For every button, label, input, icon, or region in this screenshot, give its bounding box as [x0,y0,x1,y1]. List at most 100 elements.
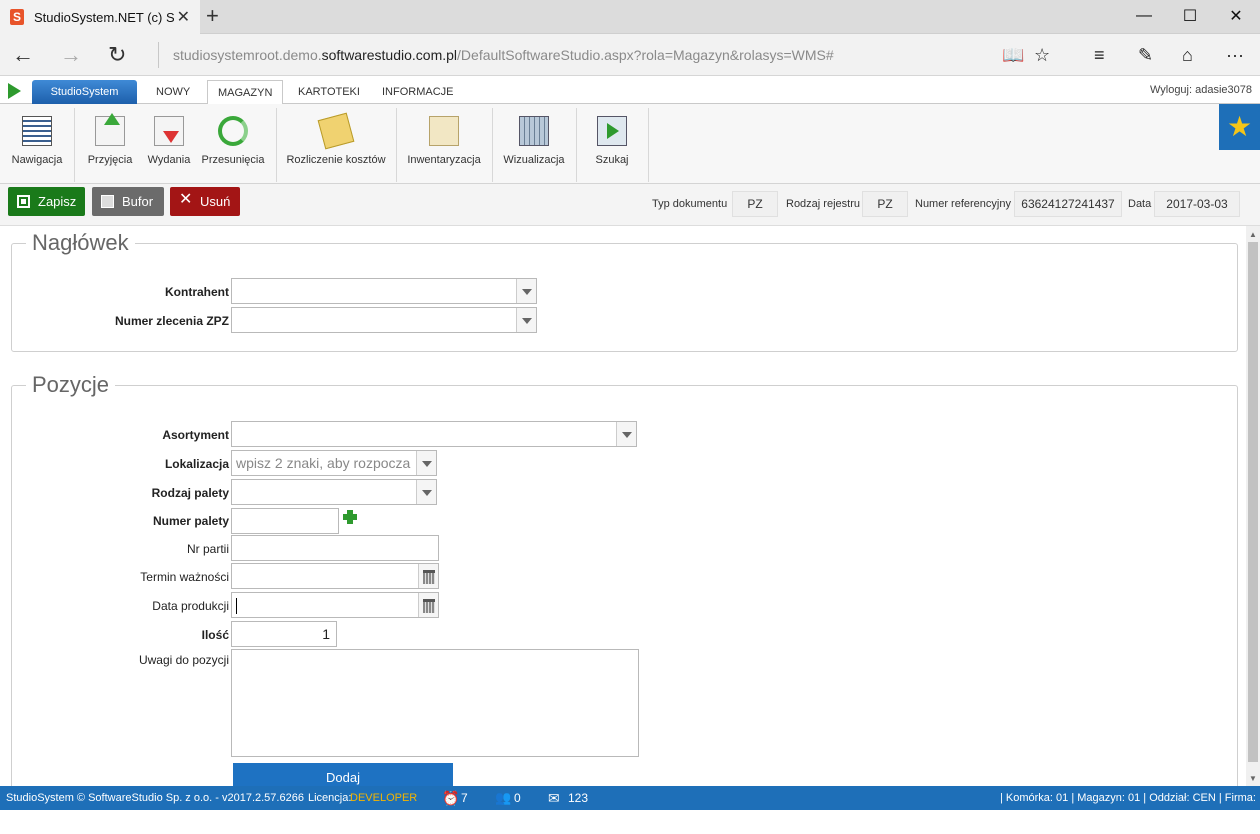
chevron-down-icon[interactable] [516,279,536,303]
grid-icon [519,116,549,146]
ribbon-wizualizacja[interactable]: Wizualizacja [498,112,570,178]
ribbon-szukaj[interactable]: Szukaj [582,112,642,178]
ribbon-wydania[interactable]: Wydania [142,112,196,178]
logout-link[interactable]: Wyloguj: adasie3078 [1150,84,1252,96]
save-button[interactable]: Zapisz [8,187,85,216]
studiosystem-button[interactable]: StudioSystem [32,80,137,104]
address-bar[interactable]: studiosystemroot.demo.softwarestudio.com… [158,42,978,68]
users-count: 0 [514,791,521,805]
doc-type-label: Typ dokumentu [652,198,728,210]
quantity-input[interactable]: 1 [231,621,337,647]
pallet-number-input[interactable] [231,508,339,534]
x-icon: ✕ [179,191,193,208]
forward-icon[interactable]: → [60,41,82,69]
alarm-clock-icon[interactable]: ⏰ [442,786,459,810]
scrollbar-thumb[interactable] [1248,242,1258,762]
pallet-number-label: Numer palety [152,514,229,528]
chevron-down-icon[interactable] [616,422,636,446]
ribbon-label: Inwentaryzacja [407,154,481,166]
calendar-icon[interactable] [418,593,438,617]
mail-icon[interactable]: ✉ [548,786,560,810]
hub-icon[interactable]: ≡ [1094,42,1105,68]
ribbon-label: Przesunięcia [201,154,265,166]
form-content: Nagłówek Kontrahent Numer zlecenia ZPZ P… [0,226,1246,786]
chevron-down-icon[interactable] [416,480,436,504]
ribbon-przyjecia[interactable]: Przyjęcia [80,112,140,178]
notes-label: Uwagi do pozycji [138,653,229,667]
inventory-icon [429,116,459,146]
ribbon-przesuniecia[interactable]: Przesunięcia [200,112,266,178]
browser-tab[interactable]: S StudioSystem.NET (c) So ✕ [0,0,200,34]
scrollbar[interactable]: ▲ ▼ [1246,226,1260,786]
ribbon-inwentaryzacja[interactable]: Inwentaryzacja [402,112,486,178]
location-select[interactable]: wpisz 2 znaki, aby rozpocza [231,450,437,476]
context-info: | Komórka: 01 | Magazyn: 01 | Oddział: C… [1000,792,1256,828]
order-number-select[interactable] [231,307,537,333]
delete-button[interactable]: ✕ Usuń [170,187,240,216]
ribbon-toolbar: Nawigacja Przyjęcia Wydania Przesunięcia… [0,104,1260,184]
chevron-down-icon[interactable] [516,308,536,332]
register-value: PZ [862,191,908,217]
notes-textarea[interactable] [231,649,639,757]
message-count: 123 [568,791,589,805]
calendar-icon[interactable] [418,564,438,588]
delete-label: Usuń [200,194,231,209]
scroll-up-icon[interactable]: ▲ [1249,230,1257,239]
new-tab-icon[interactable]: + [206,4,219,28]
add-pallet-icon[interactable] [343,510,357,524]
ribbon-label: Nawigacja [11,154,63,166]
close-tab-icon[interactable]: ✕ [177,7,190,27]
location-placeholder: wpisz 2 znaki, aby rozpocza [236,455,411,471]
issue-icon [154,116,184,146]
receive-icon [95,113,125,146]
production-date-input[interactable] [231,592,439,618]
register-label: Rodzaj rejestru [786,198,860,210]
tab-magazyn[interactable]: MAGAZYN [207,80,284,105]
close-window-icon[interactable]: ✕ [1213,0,1259,32]
assortment-select[interactable] [231,421,637,447]
ref-number-label: Numer referencyjny [915,198,1011,210]
add-position-button[interactable]: Dodaj [233,763,453,786]
reading-view-icon[interactable]: 📖 [1002,42,1024,68]
tab-nowy[interactable]: NOWY [146,80,200,104]
expiry-date-input[interactable] [231,563,439,589]
more-icon[interactable]: ··· [1226,42,1244,68]
costs-icon [317,112,355,150]
batch-label: Nr partii [186,542,229,556]
list-icon [22,116,52,146]
chevron-down-icon[interactable] [416,451,436,475]
minimize-icon[interactable]: — [1121,0,1167,32]
favicon-icon: S [10,9,24,25]
assortment-label: Asortyment [162,428,229,442]
pallet-type-select[interactable] [231,479,437,505]
web-note-icon[interactable]: ✎ [1138,42,1153,68]
ribbon-nawigacja[interactable]: Nawigacja [6,112,68,178]
tab-informacje[interactable]: INFORMACJE [372,80,464,104]
favorite-star-icon[interactable]: ☆ [1034,42,1050,68]
tab-kartoteki[interactable]: KARTOTEKI [288,80,370,104]
buffer-icon [101,195,114,208]
ribbon-rozliczenie-kosztow[interactable]: Rozliczenie kosztów [282,112,390,178]
browser-navbar: ← → ↻ studiosystemroot.demo.softwarestud… [0,34,1260,76]
favorites-star-icon[interactable]: ★ [1219,104,1260,150]
contractor-select[interactable] [231,278,537,304]
users-icon[interactable]: 👥 [495,786,511,810]
production-date-label: Data produkcji [152,599,229,613]
transfer-icon [218,116,248,146]
positions-legend: Pozycje [32,372,110,397]
scroll-down-icon[interactable]: ▼ [1249,774,1257,783]
maximize-icon[interactable]: ☐ [1167,0,1213,32]
batch-input[interactable] [231,535,439,561]
license-label: Licencja: [308,792,352,804]
alarm-count: 7 [461,791,468,805]
refresh-icon[interactable]: ↻ [108,41,126,69]
action-bar: Zapisz Bufor ✕ Usuń Typ dokumentu PZ Rodz… [0,184,1260,226]
date-label: Data [1128,198,1152,210]
share-icon[interactable]: ⌂ [1182,42,1193,68]
save-label: Zapisz [38,194,77,209]
buffer-button[interactable]: Bufor [92,187,164,216]
play-icon[interactable] [8,83,21,99]
back-icon[interactable]: ← [12,41,34,69]
ribbon-label: Przyjęcia [87,154,133,166]
order-number-label: Numer zlecenia ZPZ [114,314,229,328]
